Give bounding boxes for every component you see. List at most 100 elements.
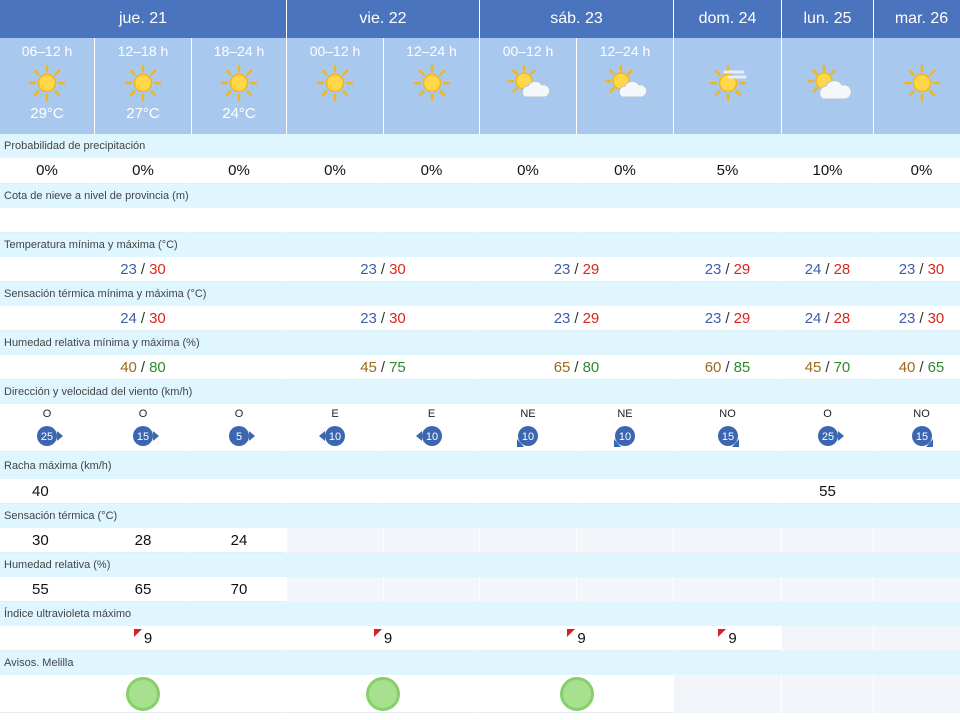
feels-max: 29 xyxy=(582,309,600,327)
wind-speed: 10 xyxy=(522,431,534,443)
gust-value xyxy=(674,479,781,504)
period-time: 06–12 h xyxy=(21,43,73,59)
period-header: 06–12 h 29°C xyxy=(0,38,94,134)
humidity-min: 60 xyxy=(704,358,722,376)
row-label-uv-index: Índice ultravioleta máximo xyxy=(0,602,960,626)
empty-cell xyxy=(674,577,781,602)
empty-cell xyxy=(874,626,960,651)
period-time: 00–12 h xyxy=(502,43,554,59)
row-label-feels-like: Sensación térmica mínima y máxima (°C) xyxy=(0,282,960,306)
precip-value: 10% xyxy=(782,158,873,184)
precip-value: 0% xyxy=(287,158,383,184)
feels-min: 24 xyxy=(120,309,137,327)
empty-cell xyxy=(480,577,576,602)
precip-value: 0% xyxy=(874,158,960,184)
empty-cell xyxy=(782,528,873,553)
period-time: 12–24 h xyxy=(406,43,457,59)
wind-direction: O xyxy=(138,408,148,420)
empty-cell xyxy=(577,528,673,553)
uv-flag-icon xyxy=(373,629,382,637)
wind-cell: O 25 xyxy=(782,404,873,452)
temp-minmax: 23/29 xyxy=(674,257,781,282)
gust-value xyxy=(287,479,383,504)
snow-value xyxy=(287,208,383,233)
humidity-min: 45 xyxy=(360,358,377,376)
period-time: 18–24 h xyxy=(213,43,265,59)
period-header: 12–18 h 27°C xyxy=(95,38,191,134)
wind-arrow-west-icon: 10 xyxy=(415,426,442,446)
wind-arrow-east-icon: 25 xyxy=(817,426,844,446)
feels-minmax: 23/29 xyxy=(480,306,673,331)
wind-speed: 15 xyxy=(137,431,149,443)
alert-green-icon[interactable] xyxy=(126,676,160,711)
temp-max: 29 xyxy=(733,260,751,278)
wind-direction: O xyxy=(823,408,832,420)
period-temperature: 29°C xyxy=(30,105,64,122)
uv-value: 9 xyxy=(577,629,586,647)
period-time: 12–24 h xyxy=(599,43,651,59)
row-label-snow-level: Cota de nieve a nivel de provincia (m) xyxy=(0,184,960,208)
wind-arrow-east-icon: 5 xyxy=(229,426,255,446)
period-header: 00–12 h xyxy=(480,38,576,134)
uv-flag-icon xyxy=(133,629,142,637)
wind-direction: O xyxy=(234,408,244,420)
wind-arrow-southeast-icon: 15 xyxy=(717,426,739,447)
uv-value: 9 xyxy=(728,629,737,647)
row-label-wind: Dirección y velocidad del viento (km/h) xyxy=(0,380,960,404)
empty-cell xyxy=(874,528,960,553)
humidity-period-value: 55 xyxy=(0,577,94,602)
day-header: jue. 21 xyxy=(0,0,286,38)
precip-value: 0% xyxy=(0,158,94,184)
humidity-minmax: 40/65 xyxy=(874,355,960,380)
precip-value: 0% xyxy=(192,158,286,184)
gust-value xyxy=(874,479,960,504)
feels-minmax: 24/30 xyxy=(0,306,286,331)
alert-cell xyxy=(0,675,286,713)
empty-cell xyxy=(874,675,960,713)
empty-cell xyxy=(874,577,960,602)
humidity-period-value: 70 xyxy=(192,577,286,602)
uv-flag-icon xyxy=(718,629,727,637)
wind-cell: NO 15 xyxy=(874,404,960,452)
empty-cell xyxy=(577,577,673,602)
empty-cell xyxy=(384,528,479,553)
snow-value xyxy=(674,208,781,233)
snow-value xyxy=(384,208,479,233)
alert-green-icon[interactable] xyxy=(366,676,400,711)
snow-value xyxy=(0,208,94,233)
period-time: 12–18 h xyxy=(117,43,169,59)
wind-cell: NO 15 xyxy=(674,404,781,452)
empty-cell xyxy=(287,577,383,602)
snow-value xyxy=(192,208,286,233)
row-label-gust: Racha máxima (km/h) xyxy=(0,452,960,479)
wind-cell: O 5 xyxy=(192,404,286,452)
temp-minmax: 23/30 xyxy=(0,257,286,282)
period-header xyxy=(674,38,781,134)
row-label-humidity-period: Humedad relativa (%) xyxy=(0,553,960,577)
wind-speed: 25 xyxy=(41,431,53,443)
empty-cell xyxy=(287,528,383,553)
uv-value: 9 xyxy=(383,629,393,647)
temp-min: 23 xyxy=(553,260,571,278)
period-header: 12–24 h xyxy=(384,38,479,134)
row-label-feels-like-period: Sensación térmica (°C) xyxy=(0,504,960,528)
wind-speed: 10 xyxy=(619,431,631,443)
period-header: 00–12 h xyxy=(287,38,383,134)
sun-cloud-icon xyxy=(805,63,852,103)
period-header: 12–24 h xyxy=(577,38,673,134)
period-temperature: 24°C xyxy=(222,105,256,122)
period-header xyxy=(782,38,873,134)
humidity-max: 85 xyxy=(733,358,751,376)
alert-cell xyxy=(480,675,673,713)
period-header: 18–24 h 24°C xyxy=(192,38,286,134)
wind-direction: NO xyxy=(913,408,930,420)
feels-max: 30 xyxy=(389,309,406,327)
empty-cell xyxy=(384,577,479,602)
temp-max: 30 xyxy=(149,260,166,278)
empty-cell xyxy=(782,577,873,602)
temp-max: 29 xyxy=(582,260,600,278)
humidity-minmax: 60/85 xyxy=(674,355,781,380)
alert-green-icon[interactable] xyxy=(559,676,594,711)
temp-minmax: 24/28 xyxy=(782,257,873,282)
wind-speed: 5 xyxy=(236,431,242,443)
